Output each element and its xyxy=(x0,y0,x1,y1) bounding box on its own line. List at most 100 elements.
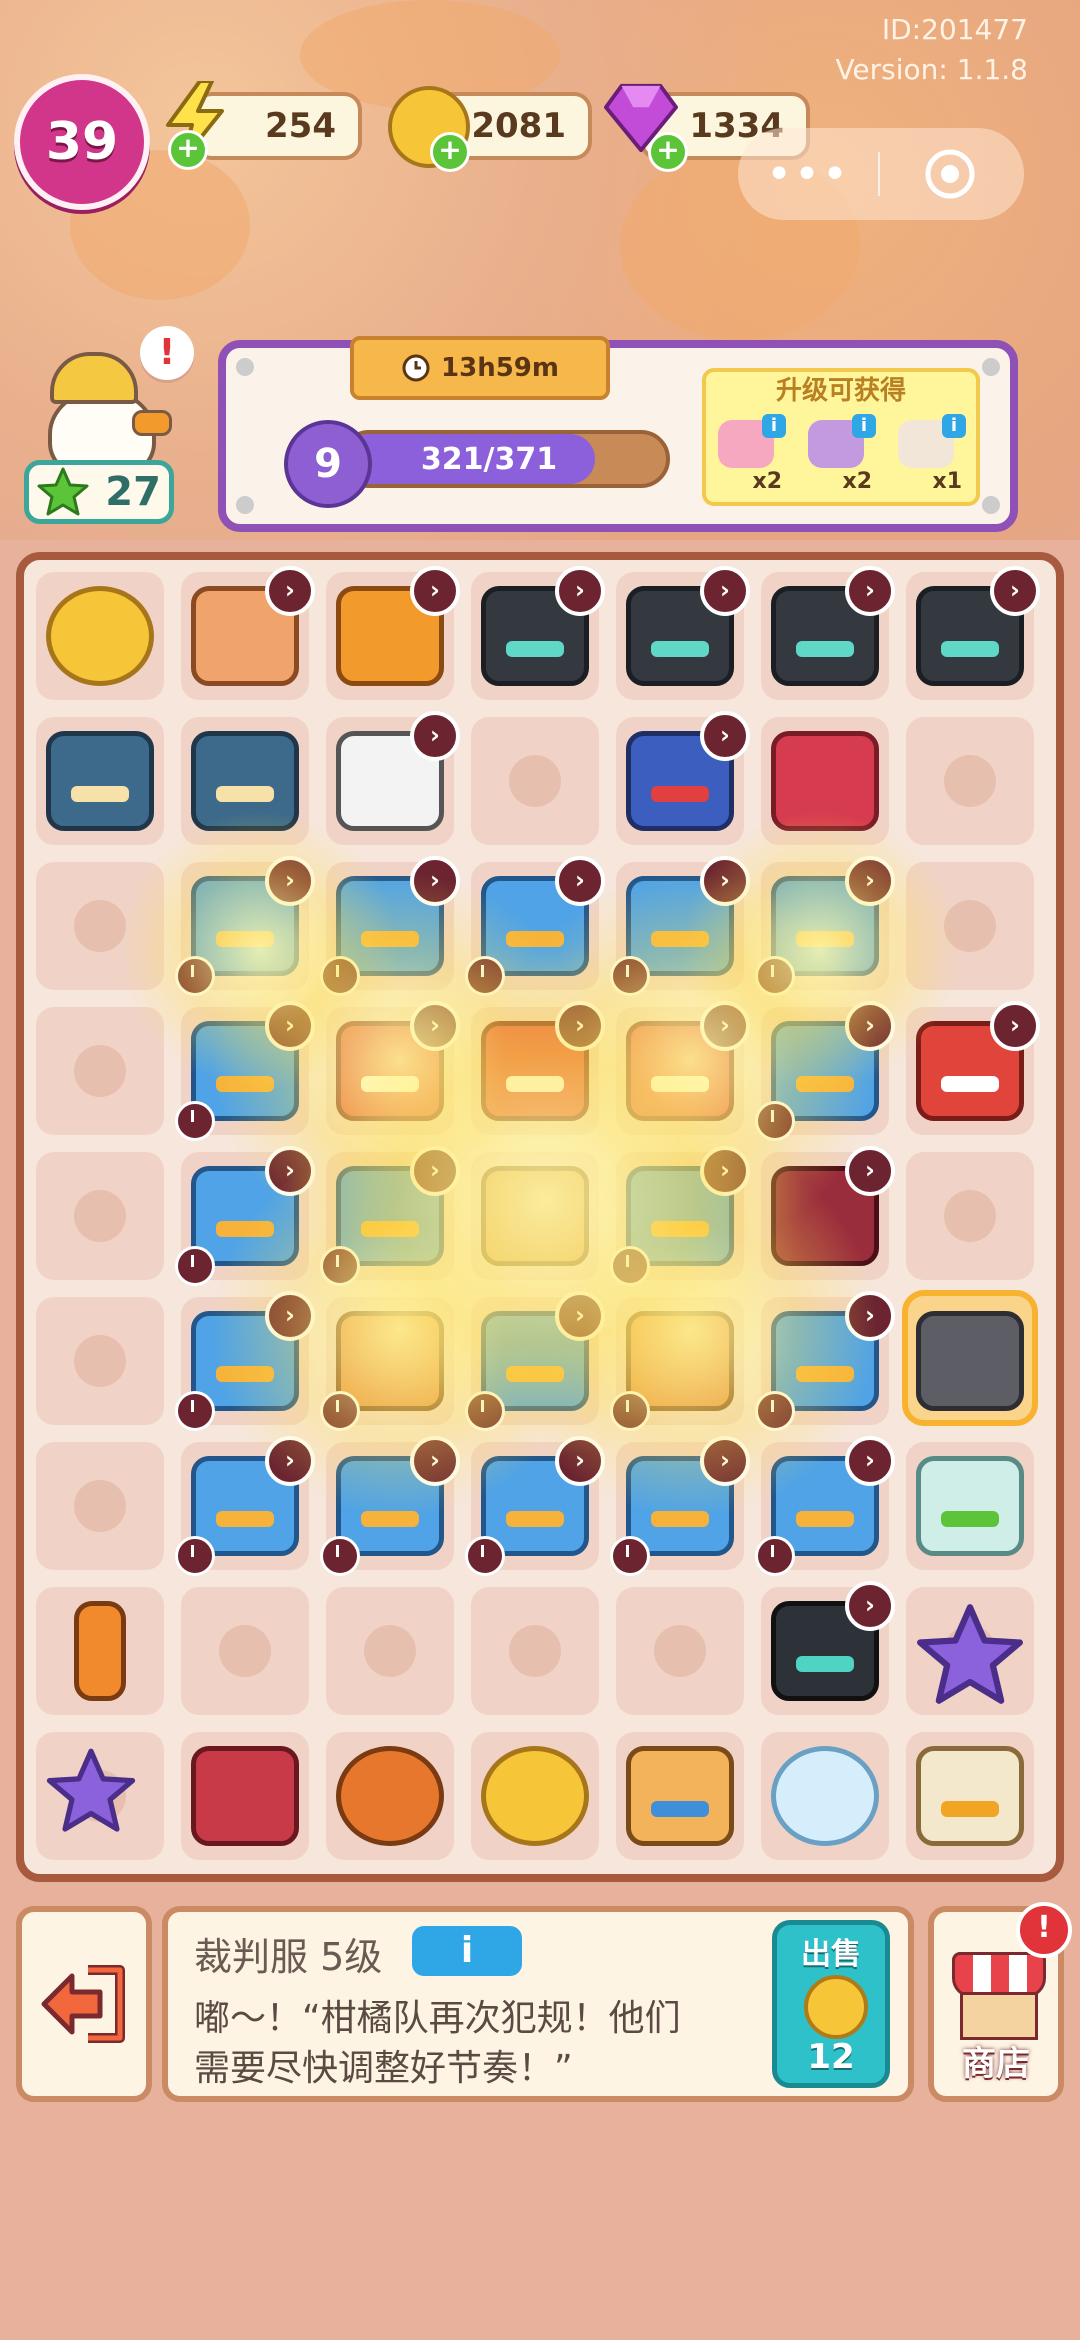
board-item-blue-box[interactable]: › xyxy=(465,1436,605,1576)
board-cell[interactable] xyxy=(906,1152,1034,1280)
board-item-red-telephone[interactable] xyxy=(181,1732,309,1860)
board-item-blue-box[interactable]: › xyxy=(465,856,605,996)
board-cell[interactable] xyxy=(616,1587,744,1715)
board-item-black-sneakers[interactable]: › xyxy=(761,1581,895,1715)
board-item-blue-box[interactable]: › xyxy=(175,1436,315,1576)
board-item-star-jar[interactable] xyxy=(906,1442,1034,1570)
item-description: 嘟～！“柑橘队再次犯规！他们 需要尽快调整好节奏！” xyxy=(194,1994,714,2094)
board-item-orange-item[interactable] xyxy=(610,1297,744,1431)
board-cell[interactable] xyxy=(36,862,164,990)
exit-button[interactable] xyxy=(16,1906,152,2102)
sell-button[interactable]: 出售 12 xyxy=(772,1920,890,2088)
board-item-orange-item[interactable] xyxy=(320,1297,454,1431)
sell-price: 12 xyxy=(807,2037,855,2077)
board-cell[interactable] xyxy=(906,862,1034,990)
board-item-ice-bag[interactable] xyxy=(761,1732,889,1860)
board-item-red-sneakers[interactable]: › xyxy=(616,1001,750,1135)
board-item-blue-box[interactable]: › xyxy=(320,1146,460,1286)
board-item-hoodie[interactable]: › xyxy=(471,566,605,700)
item-info-button[interactable]: i xyxy=(412,1926,522,1976)
board-item-red-sneakers[interactable]: › xyxy=(326,1001,460,1135)
more-options-button[interactable]: ••• xyxy=(738,149,878,200)
board-item-blue-box[interactable]: › xyxy=(175,856,315,996)
board-cell[interactable] xyxy=(181,1587,309,1715)
board-item-blue-box[interactable]: › xyxy=(610,1146,750,1286)
board-item-gold-card[interactable] xyxy=(906,1732,1034,1860)
clock-icon xyxy=(175,1391,215,1431)
blue-box-detail xyxy=(505,1365,565,1382)
add-coins-button[interactable]: + xyxy=(430,132,470,172)
board-item-red-sneakers[interactable]: › xyxy=(471,1001,605,1135)
mascot-alert-badge[interactable]: ! xyxy=(140,326,194,380)
board-cell[interactable] xyxy=(36,1297,164,1425)
chevron-right-icon: › xyxy=(410,1001,460,1051)
board-item-tv-basketball[interactable]: › xyxy=(326,566,460,700)
board-cell[interactable] xyxy=(471,717,599,845)
add-energy-button[interactable]: + xyxy=(168,130,208,170)
board-item-blue-box[interactable]: › xyxy=(755,856,895,996)
board-item-food-platter[interactable]: › xyxy=(181,566,315,700)
board-item-white-sneakers[interactable]: › xyxy=(326,711,460,845)
board-cell[interactable] xyxy=(36,1442,164,1570)
board-cell[interactable] xyxy=(906,717,1034,845)
blue-box-detail xyxy=(650,1510,710,1527)
board-cell[interactable] xyxy=(471,1587,599,1715)
ice-bag-icon xyxy=(771,1746,879,1846)
board-item-blue-sneakers[interactable]: › xyxy=(616,711,750,845)
board-cell[interactable] xyxy=(36,1152,164,1280)
board-item-coin-stack[interactable] xyxy=(36,572,164,700)
board-item-blue-box[interactable]: › xyxy=(175,1001,315,1141)
info-icon[interactable]: i xyxy=(942,414,966,438)
board-item-building[interactable] xyxy=(36,717,164,845)
level-up-rewards[interactable]: 升级可获得 i x2 i x2 i x1 xyxy=(702,368,980,506)
board-item-red-shoe-tipped[interactable]: › xyxy=(761,1146,895,1280)
board-item-blue-box[interactable]: › xyxy=(175,1291,315,1431)
board-item-blue-box[interactable]: › xyxy=(320,1436,460,1576)
chevron-right-icon: › xyxy=(845,1146,895,1196)
event-timer: 13h59m xyxy=(350,336,610,400)
board-item-blue-box[interactable]: › xyxy=(610,1436,750,1576)
chevron-right-icon: › xyxy=(265,1291,315,1341)
star-counter[interactable]: 27 xyxy=(24,460,174,524)
board-item-purple-star-small[interactable] xyxy=(36,1732,164,1860)
chevron-right-icon: › xyxy=(555,1291,605,1341)
board-item-hoodie[interactable]: › xyxy=(761,566,895,700)
orange-placeholder-icon xyxy=(654,1625,706,1677)
reward-item[interactable]: i x1 xyxy=(892,414,966,494)
board-item-sports-drink[interactable] xyxy=(36,1587,164,1715)
info-icon[interactable]: i xyxy=(762,414,786,438)
board-item-referee-shirt[interactable] xyxy=(906,1297,1034,1425)
reward-item[interactable]: i x2 xyxy=(712,414,786,494)
board-item-hoodie[interactable]: › xyxy=(616,566,750,700)
board-item-timer-bag[interactable] xyxy=(471,1152,599,1280)
board-item-red-sofa[interactable] xyxy=(761,717,889,845)
orange-placeholder-icon xyxy=(74,1190,126,1242)
board-item-red-sneakers[interactable]: › xyxy=(906,1001,1040,1135)
board-item-blue-box[interactable]: › xyxy=(755,1436,895,1576)
add-gems-button[interactable]: + xyxy=(648,132,688,172)
shop-button[interactable]: 商店 ! xyxy=(928,1902,1072,2102)
board-item-purple-star[interactable] xyxy=(906,1587,1034,1715)
player-level-badge[interactable]: 39 xyxy=(14,74,150,210)
board-item-fire-basketball[interactable] xyxy=(326,1732,454,1860)
blue-box-detail xyxy=(360,1510,420,1527)
board-cell[interactable] xyxy=(36,1007,164,1135)
info-icon[interactable]: i xyxy=(852,414,876,438)
board-item-blue-box[interactable]: › xyxy=(755,1291,895,1431)
board-item-hoodie[interactable]: › xyxy=(906,566,1040,700)
board-item-blue-box[interactable]: › xyxy=(320,856,460,996)
chevron-right-icon: › xyxy=(990,1001,1040,1051)
board-item-coin-pile[interactable] xyxy=(471,1732,599,1860)
clock-icon xyxy=(175,1101,215,1141)
board-item-blue-box[interactable]: › xyxy=(175,1146,315,1286)
close-program-button[interactable] xyxy=(880,147,1020,201)
clock-icon xyxy=(610,956,650,996)
board-item-easel[interactable] xyxy=(616,1732,744,1860)
reward-item[interactable]: i x2 xyxy=(802,414,876,494)
board-item-blue-box[interactable]: › xyxy=(465,1291,605,1431)
board-item-blue-box[interactable]: › xyxy=(755,1001,895,1141)
board-item-blue-box[interactable]: › xyxy=(610,856,750,996)
easel-detail xyxy=(650,1800,710,1817)
board-item-building[interactable] xyxy=(181,717,309,845)
board-cell[interactable] xyxy=(326,1587,454,1715)
